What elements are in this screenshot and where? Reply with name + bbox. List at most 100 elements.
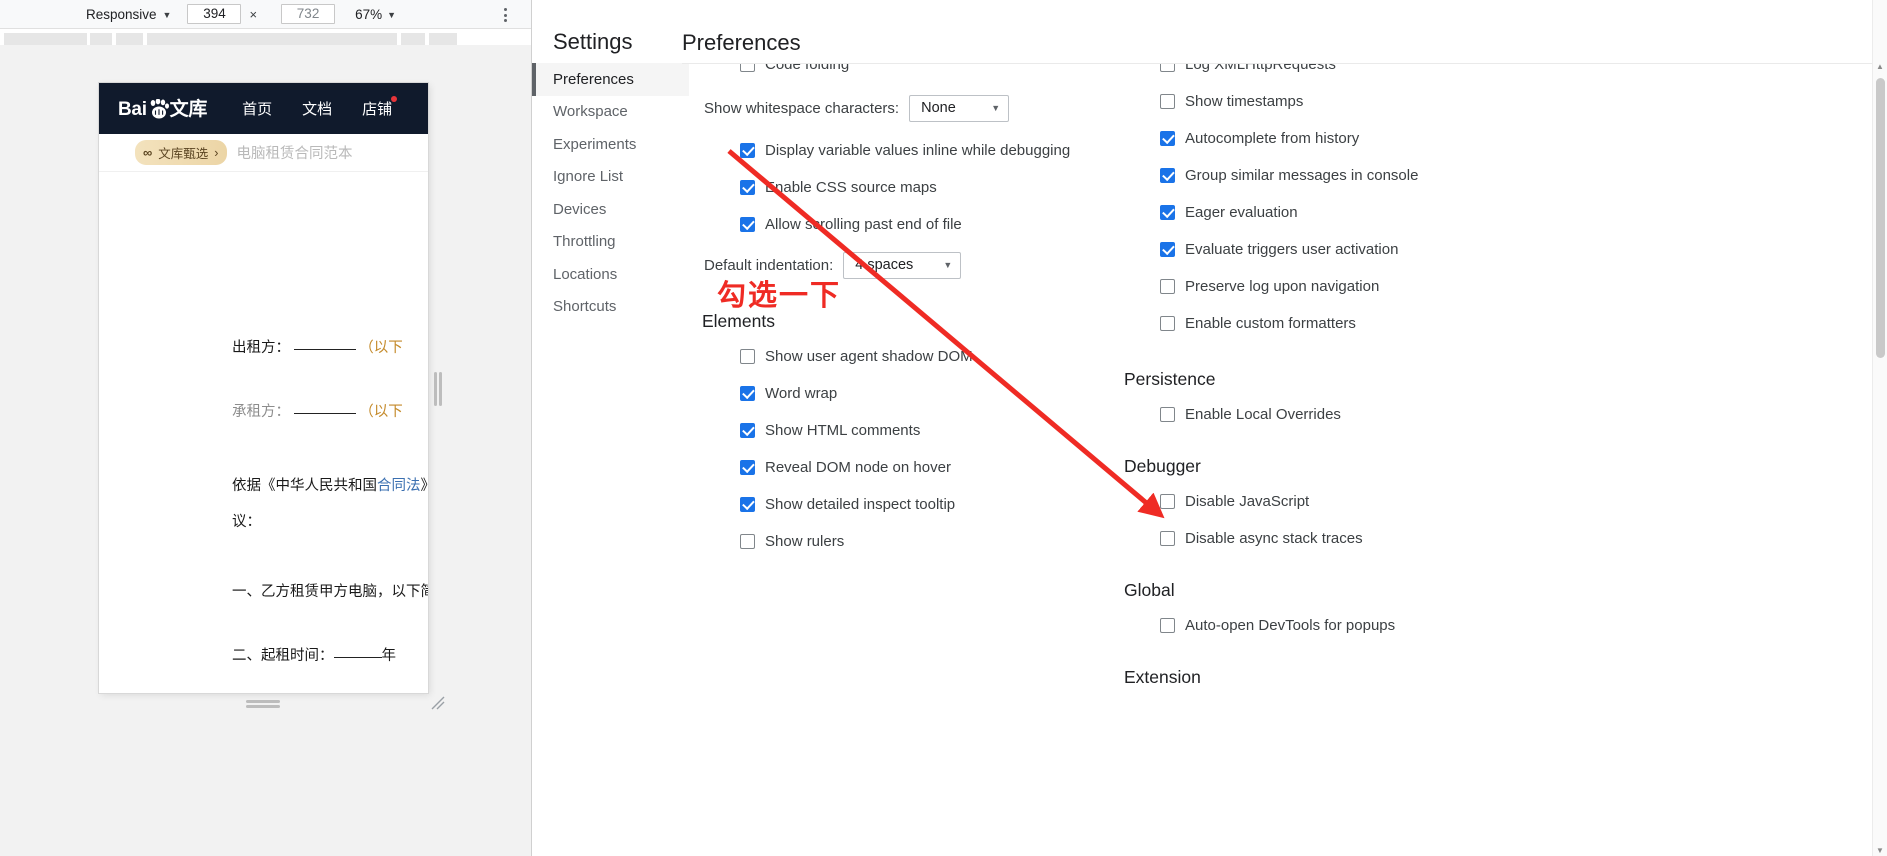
ruler-segment bbox=[90, 33, 112, 45]
setting-allow-scrolling-past-end[interactable]: Allow scrolling past end of file bbox=[704, 208, 1154, 240]
setting-display-variable-values[interactable]: Display variable values inline while deb… bbox=[704, 134, 1154, 166]
settings-tab-preferences[interactable]: Preferences bbox=[532, 63, 689, 96]
viewport-resize-handle-right[interactable] bbox=[434, 372, 443, 406]
setting-word-wrap[interactable]: Word wrap bbox=[704, 377, 1154, 409]
viewport-resize-corner-icon[interactable] bbox=[430, 695, 446, 711]
setting-reveal-dom-node-on-hover[interactable]: Reveal DOM node on hover bbox=[704, 451, 1154, 483]
settings-tab-workspace[interactable]: Workspace bbox=[532, 96, 689, 129]
preferences-body[interactable]: Code folding Show whitespace characters:… bbox=[682, 64, 1887, 856]
setting-log-xmlhttprequests[interactable]: Log XMLHttpRequests bbox=[1128, 64, 1588, 80]
checkbox-icon[interactable] bbox=[1160, 493, 1175, 509]
device-zoom-label: 67% bbox=[355, 6, 383, 22]
setting-show-user-agent-shadow-dom[interactable]: Show user agent shadow DOM bbox=[704, 340, 1154, 372]
ruler-segment bbox=[147, 33, 397, 45]
setting-preserve-log-upon-navigation[interactable]: Preserve log upon navigation bbox=[1128, 270, 1588, 302]
ruler-segment bbox=[116, 33, 143, 45]
kebab-dot-icon bbox=[503, 8, 507, 11]
device-more-options-button[interactable] bbox=[497, 6, 513, 24]
emulated-viewport[interactable]: Bai 文库 首页 文档 店铺 ∞ 文库甄选 › 电脑租赁合同范本 出租方： （… bbox=[99, 83, 428, 693]
nav-item-shop[interactable]: 店铺 bbox=[362, 96, 398, 119]
setting-show-html-comments[interactable]: Show HTML comments bbox=[704, 414, 1154, 446]
section-heading-extension: Extension bbox=[1124, 667, 1201, 687]
settings-tab-devices[interactable]: Devices bbox=[532, 193, 689, 226]
select-value: None bbox=[921, 100, 956, 116]
indentation-select[interactable]: 4 spaces ▼ bbox=[843, 251, 962, 279]
checkbox-icon[interactable] bbox=[740, 459, 755, 475]
setting-label: Code folding bbox=[765, 64, 850, 73]
checkbox-icon[interactable] bbox=[1160, 315, 1175, 331]
nav-item-label: 店铺 bbox=[362, 101, 393, 118]
checkbox-icon[interactable] bbox=[740, 348, 755, 364]
nav-item-label: 首页 bbox=[242, 101, 273, 118]
setting-disable-javascript[interactable]: Disable JavaScript bbox=[1128, 485, 1588, 517]
setting-code-folding[interactable]: Code folding bbox=[704, 64, 1154, 80]
screen-root: Responsive ▼ 394 × 732 67% ▼ Bai 文库 首页 文… bbox=[0, 0, 1887, 856]
settings-tab-throttling[interactable]: Throttling bbox=[532, 226, 689, 259]
scroll-up-arrow-icon[interactable]: ▲ bbox=[1876, 62, 1884, 71]
checkbox-icon[interactable] bbox=[1160, 93, 1175, 109]
settings-scrollbar[interactable]: ▲ ▼ bbox=[1872, 0, 1887, 856]
tab-label: Shortcuts bbox=[553, 298, 617, 316]
checkbox-icon[interactable] bbox=[1160, 278, 1175, 294]
setting-label: Show user agent shadow DOM bbox=[765, 347, 973, 365]
wenku-selection-chip[interactable]: ∞ 文库甄选 › bbox=[135, 140, 228, 165]
setting-enable-custom-formatters[interactable]: Enable custom formatters bbox=[1128, 307, 1588, 339]
nav-item-docs[interactable]: 文档 bbox=[302, 98, 332, 119]
setting-autocomplete-from-history[interactable]: Autocomplete from history bbox=[1128, 122, 1588, 154]
settings-tab-ignore-list[interactable]: Ignore List bbox=[532, 161, 689, 194]
setting-label: Group similar messages in console bbox=[1185, 166, 1419, 184]
checkbox-icon[interactable] bbox=[1160, 530, 1175, 546]
checkbox-icon[interactable] bbox=[740, 422, 755, 438]
setting-auto-open-devtools-for-popups[interactable]: Auto-open DevTools for popups bbox=[1128, 609, 1588, 641]
setting-disable-async-stack-traces[interactable]: Disable async stack traces bbox=[1128, 522, 1588, 554]
whitespace-select[interactable]: None ▼ bbox=[909, 94, 1010, 122]
site-nav: 首页 文档 店铺 bbox=[242, 96, 398, 119]
device-width-input[interactable]: 394 bbox=[187, 4, 242, 24]
doc-field-label: 承租方： bbox=[232, 404, 290, 420]
doc-blank-line bbox=[293, 413, 356, 414]
viewport-resize-handle-bottom[interactable] bbox=[246, 700, 280, 709]
setting-enable-css-source-maps[interactable]: Enable CSS source maps bbox=[704, 171, 1154, 203]
checkbox-icon[interactable] bbox=[1160, 406, 1175, 422]
tab-label: Devices bbox=[553, 200, 607, 218]
setting-evaluate-triggers-user-activation[interactable]: Evaluate triggers user activation bbox=[1128, 233, 1588, 265]
checkbox-icon[interactable] bbox=[740, 179, 755, 195]
setting-enable-local-overrides[interactable]: Enable Local Overrides bbox=[1128, 398, 1588, 430]
checkbox-icon[interactable] bbox=[740, 533, 755, 549]
setting-group-similar-messages[interactable]: Group similar messages in console bbox=[1128, 159, 1588, 191]
setting-label: Enable Local Overrides bbox=[1185, 405, 1341, 423]
setting-show-rulers[interactable]: Show rulers bbox=[704, 525, 1154, 557]
checkbox-icon[interactable] bbox=[1160, 241, 1175, 257]
chevron-down-icon: ▼ bbox=[943, 260, 953, 270]
device-toolbar: Responsive ▼ 394 × 732 67% ▼ bbox=[0, 0, 531, 29]
checkbox-icon[interactable] bbox=[740, 216, 755, 232]
settings-tab-shortcuts[interactable]: Shortcuts bbox=[532, 291, 689, 324]
doc-paragraph-link[interactable]: 合同法 bbox=[377, 478, 421, 494]
setting-label: Allow scrolling past end of file bbox=[765, 215, 962, 233]
setting-eager-evaluation[interactable]: Eager evaluation bbox=[1128, 196, 1588, 228]
device-height-input[interactable]: 732 bbox=[281, 4, 336, 24]
checkbox-icon[interactable] bbox=[1160, 204, 1175, 220]
tab-label: Ignore List bbox=[553, 168, 624, 186]
checkbox-icon[interactable] bbox=[1160, 64, 1175, 72]
scroll-down-arrow-icon[interactable]: ▼ bbox=[1876, 846, 1884, 855]
baidu-wenku-logo[interactable]: Bai 文库 bbox=[118, 97, 207, 119]
checkbox-icon[interactable] bbox=[1160, 617, 1175, 633]
setting-label: Disable async stack traces bbox=[1185, 529, 1363, 547]
scrollbar-thumb[interactable] bbox=[1876, 78, 1885, 358]
checkbox-icon[interactable] bbox=[1160, 167, 1175, 183]
device-zoom-select[interactable]: 67% ▼ bbox=[355, 7, 396, 22]
setting-show-whitespace[interactable]: Show whitespace characters: None ▼ bbox=[704, 92, 1154, 124]
setting-show-timestamps[interactable]: Show timestamps bbox=[1128, 85, 1588, 117]
checkbox-icon[interactable] bbox=[740, 496, 755, 512]
setting-label: Autocomplete from history bbox=[1185, 129, 1360, 147]
checkbox-icon[interactable] bbox=[740, 385, 755, 401]
settings-tab-experiments[interactable]: Experiments bbox=[532, 128, 689, 161]
checkbox-icon[interactable] bbox=[740, 64, 755, 72]
setting-show-detailed-inspect-tooltip[interactable]: Show detailed inspect tooltip bbox=[704, 488, 1154, 520]
checkbox-icon[interactable] bbox=[1160, 130, 1175, 146]
nav-item-home[interactable]: 首页 bbox=[242, 98, 272, 119]
device-preset-select[interactable]: Responsive ▼ bbox=[86, 7, 171, 22]
checkbox-icon[interactable] bbox=[740, 142, 755, 158]
settings-tab-locations[interactable]: Locations bbox=[532, 258, 689, 291]
